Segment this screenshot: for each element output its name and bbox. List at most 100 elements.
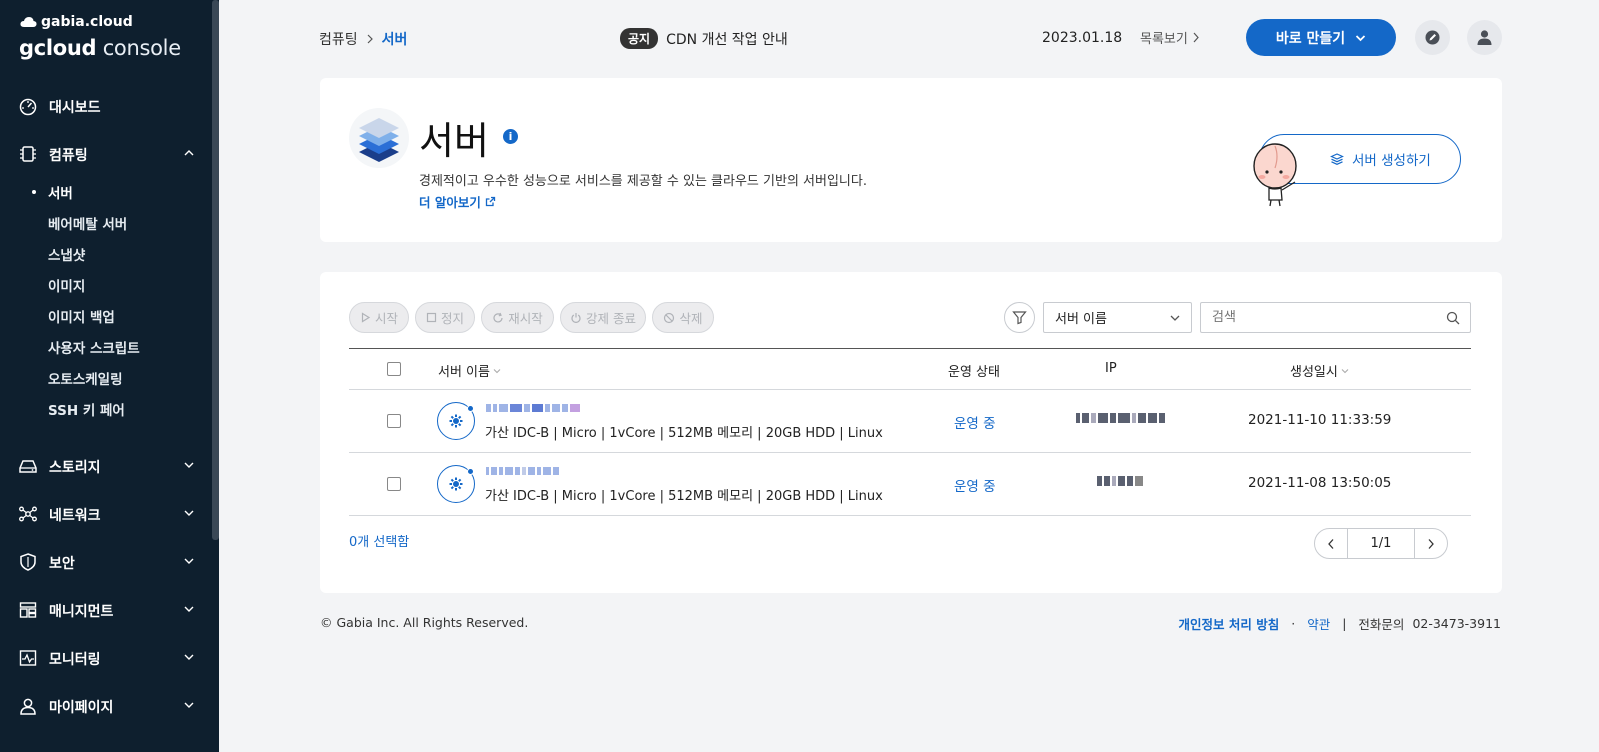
sidebar-item-network[interactable]: 네트워크 xyxy=(0,499,212,529)
server-gear-icon xyxy=(437,465,475,503)
chevron-down-icon xyxy=(184,510,194,516)
sidebar-item-dashboard[interactable]: 대시보드 xyxy=(0,91,212,121)
ip-redacted xyxy=(1076,412,1165,424)
sidebar-item-storage[interactable]: 스토리지 xyxy=(0,451,212,481)
chevron-down-icon xyxy=(184,702,194,708)
server-spec: 가산 IDC-B | Micro | 1vCore | 512MB 메모리 | … xyxy=(485,426,883,441)
chevron-right-icon xyxy=(367,34,373,44)
learn-more-label: 더 알아보기 xyxy=(419,195,481,210)
restart-button[interactable]: 재시작 xyxy=(481,302,554,333)
select-all-checkbox[interactable] xyxy=(387,362,401,376)
play-icon xyxy=(361,312,371,323)
search-field-select[interactable]: 서버 이름 xyxy=(1043,302,1192,333)
sidebar-item-computing[interactable]: 컴퓨팅 xyxy=(0,139,212,169)
start-button[interactable]: 시작 xyxy=(349,302,409,333)
server-gear-icon xyxy=(437,402,475,440)
prev-page-button[interactable] xyxy=(1315,529,1348,558)
sidebar-scrollbar[interactable] xyxy=(212,0,219,540)
sidebar-item-label: 마이페이지 xyxy=(49,700,114,716)
account-button[interactable] xyxy=(1467,20,1502,55)
sidebar-sub-ssh-keypair[interactable]: SSH 키 페어 xyxy=(48,399,125,419)
user-icon xyxy=(20,698,36,715)
stop-button[interactable]: 정지 xyxy=(415,302,475,333)
sidebar-sub-image-backup[interactable]: 이미지 백업 xyxy=(48,306,115,326)
brand-top: gabia.cloud xyxy=(41,14,133,30)
quick-create-label: 바로 만들기 xyxy=(1275,30,1346,47)
server-spec: 가산 IDC-B | Micro | 1vCore | 512MB 메모리 | … xyxy=(485,489,883,504)
sidebar-sub-snapshot[interactable]: 스냅샷 xyxy=(48,244,85,264)
sidebar-sub-image[interactable]: 이미지 xyxy=(48,275,85,295)
sidebar-item-security[interactable]: 보안 xyxy=(0,547,212,577)
monitoring-icon xyxy=(19,650,37,666)
server-stack-icon xyxy=(349,108,409,168)
phone-number: 02-3473-3911 xyxy=(1412,616,1501,631)
search-field-value: 서버 이름 xyxy=(1055,312,1107,327)
created-date: 2021-11-10 11:33:59 xyxy=(1248,412,1392,428)
chevron-right-icon xyxy=(1428,538,1434,549)
info-icon[interactable]: i xyxy=(503,129,518,144)
gabia-logo[interactable]: gabia.cloud xyxy=(20,14,133,30)
terms-link[interactable]: 약관 xyxy=(1307,614,1330,633)
row-checkbox[interactable] xyxy=(387,414,401,428)
next-page-button[interactable] xyxy=(1414,529,1447,558)
table-row[interactable]: 가산 IDC-B | Micro | 1vCore | 512MB 메모리 | … xyxy=(349,453,1471,516)
column-status: 운영 상태 xyxy=(948,365,1000,380)
sidebar-sub-user-script[interactable]: 사용자 스크립트 xyxy=(48,337,140,357)
start-label: 시작 xyxy=(374,311,398,326)
column-server-name[interactable]: 서버 이름 xyxy=(438,361,501,380)
sidebar-item-label: 모니터링 xyxy=(49,652,101,668)
sidebar-sub-server[interactable]: 서버 xyxy=(32,182,73,202)
notice-text[interactable]: CDN 개선 작업 안내 xyxy=(666,29,788,49)
chevron-down-icon xyxy=(184,606,194,612)
brand-main-bold: gcloud xyxy=(19,36,97,60)
notice-banner[interactable]: 공지 CDN 개선 작업 안내 xyxy=(620,28,788,49)
sort-icon xyxy=(493,368,501,373)
table-row[interactable]: 가산 IDC-B | Micro | 1vCore | 512MB 메모리 | … xyxy=(349,390,1471,453)
server-name-redacted[interactable] xyxy=(486,402,580,414)
row-checkbox[interactable] xyxy=(387,477,401,491)
restart-label: 재시작 xyxy=(508,311,543,326)
breadcrumb-computing[interactable]: 컴퓨팅 xyxy=(319,29,358,49)
chevron-right-icon xyxy=(1193,32,1199,43)
privacy-policy-link[interactable]: 개인정보 처리 방침 xyxy=(1178,614,1279,633)
sidebar-item-monitoring[interactable]: 모니터링 xyxy=(0,643,212,673)
dashboard-icon xyxy=(19,98,37,116)
filter-button[interactable] xyxy=(1004,302,1035,333)
chevron-up-icon xyxy=(184,150,194,156)
search-icon[interactable] xyxy=(1446,311,1460,325)
column-created[interactable]: 생성일시 xyxy=(1290,361,1349,380)
sidebar-item-label: 스토리지 xyxy=(49,460,101,476)
status-badge: 운영 중 xyxy=(954,416,996,432)
column-ip: IP xyxy=(1105,361,1117,376)
force-stop-button[interactable]: 강제 종료 xyxy=(560,302,646,333)
notice-list-link[interactable]: 목록보기 xyxy=(1140,28,1200,47)
delete-label: 삭제 xyxy=(679,311,703,326)
sidebar-item-mypage[interactable]: 마이페이지 xyxy=(0,691,212,721)
breadcrumb-server[interactable]: 서버 xyxy=(382,29,408,49)
page-title: 서버 xyxy=(419,119,489,163)
ip-redacted xyxy=(1097,475,1143,487)
search-input[interactable] xyxy=(1212,310,1432,325)
chevron-down-icon xyxy=(1356,34,1366,41)
sidebar-item-label: 보안 xyxy=(49,556,75,572)
delete-button[interactable]: 삭제 xyxy=(652,302,714,333)
console-logo[interactable]: gcloud console xyxy=(19,36,181,60)
table-header: 서버 이름 운영 상태 IP 생성일시 xyxy=(349,348,1471,390)
cloud-icon xyxy=(20,17,37,27)
ban-icon xyxy=(664,312,675,323)
feedback-button[interactable] xyxy=(1415,20,1450,55)
learn-more-link[interactable]: 더 알아보기 xyxy=(419,192,496,211)
footer-dot-divider: · xyxy=(1291,616,1296,631)
chip-icon xyxy=(20,146,36,162)
footer-links: 개인정보 처리 방침 · 약관 | 전화문의 02-3473-3911 xyxy=(1178,614,1501,633)
sidebar: gabia.cloud gcloud console 대시보드 컴퓨팅 서버 베… xyxy=(0,0,219,752)
chevron-down-icon xyxy=(184,558,194,564)
sidebar-sub-autoscaling[interactable]: 오토스케일링 xyxy=(48,368,123,388)
sidebar-item-management[interactable]: 매니지먼트 xyxy=(0,595,212,625)
create-server-label: 서버 생성하기 xyxy=(1352,153,1431,169)
notice-date: 2023.01.18 xyxy=(1042,30,1123,46)
sidebar-sub-baremetal[interactable]: 베어메탈 서버 xyxy=(48,213,127,233)
quick-create-button[interactable]: 바로 만들기 xyxy=(1246,19,1396,56)
layers-icon xyxy=(1330,153,1344,165)
server-name-redacted[interactable] xyxy=(486,465,559,477)
